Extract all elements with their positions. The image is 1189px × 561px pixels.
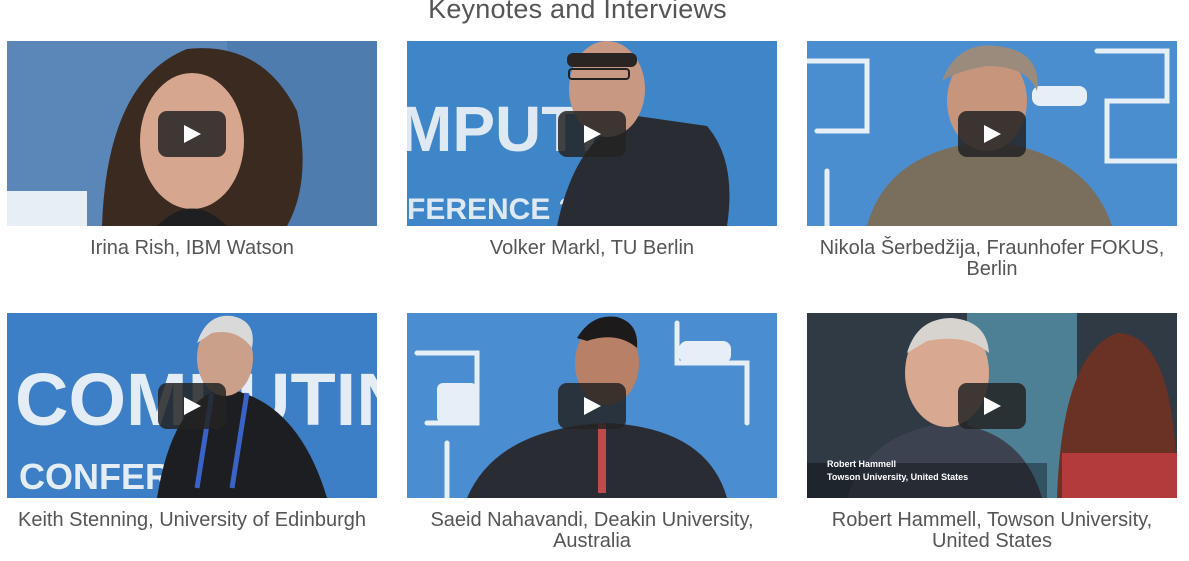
play-icon: [584, 125, 601, 143]
play-button[interactable]: [558, 383, 626, 429]
play-icon: [984, 125, 1001, 143]
video-caption: Irina Rish, IBM Watson: [90, 237, 294, 259]
lower-third: Robert Hammell Towson University, United…: [827, 458, 968, 484]
video-thumbnail[interactable]: MPUTI FERENCE 2017: [407, 41, 777, 226]
play-icon: [984, 397, 1001, 415]
video-caption: Volker Markl, TU Berlin: [489, 237, 695, 259]
video-card: COMPUTING CONFERENCE Keith Stenning, Uni…: [7, 313, 377, 531]
video-caption: Robert Hammell, Towson University, Unite…: [831, 509, 1153, 552]
video-caption: Keith Stenning, University of Edinburgh: [18, 509, 366, 531]
video-card: Robert Hammell Towson University, United…: [807, 313, 1177, 552]
lower-third-name: Robert Hammell: [827, 459, 897, 469]
play-button[interactable]: [158, 111, 226, 157]
video-caption: Nikola Šerbedžija, Fraunhofer FOKUS, Ber…: [819, 237, 1165, 280]
play-button[interactable]: [158, 383, 226, 429]
play-icon: [184, 397, 201, 415]
video-caption: Saeid Nahavandi, Deakin University, Aust…: [430, 509, 754, 552]
lower-third-org: Towson University, United States: [827, 472, 969, 482]
video-card: MPUTI FERENCE 2017 Volker Markl, TU Berl…: [407, 41, 777, 259]
play-button[interactable]: [958, 111, 1026, 157]
video-thumbnail[interactable]: [407, 313, 777, 498]
play-button[interactable]: [958, 383, 1026, 429]
section-title: Keynotes and Interviews: [428, 0, 727, 24]
play-icon: [584, 397, 601, 415]
video-thumbnail[interactable]: [7, 41, 377, 226]
play-button[interactable]: [558, 111, 626, 157]
video-thumbnail[interactable]: [807, 41, 1177, 226]
play-icon: [184, 125, 201, 143]
video-card: Irina Rish, IBM Watson: [7, 41, 377, 259]
video-card: Nikola Šerbedžija, Fraunhofer FOKUS, Ber…: [807, 41, 1177, 280]
video-thumbnail[interactable]: Robert Hammell Towson University, United…: [807, 313, 1177, 498]
video-card: Saeid Nahavandi, Deakin University, Aust…: [407, 313, 777, 552]
video-thumbnail[interactable]: COMPUTING CONFERENCE: [7, 313, 377, 498]
